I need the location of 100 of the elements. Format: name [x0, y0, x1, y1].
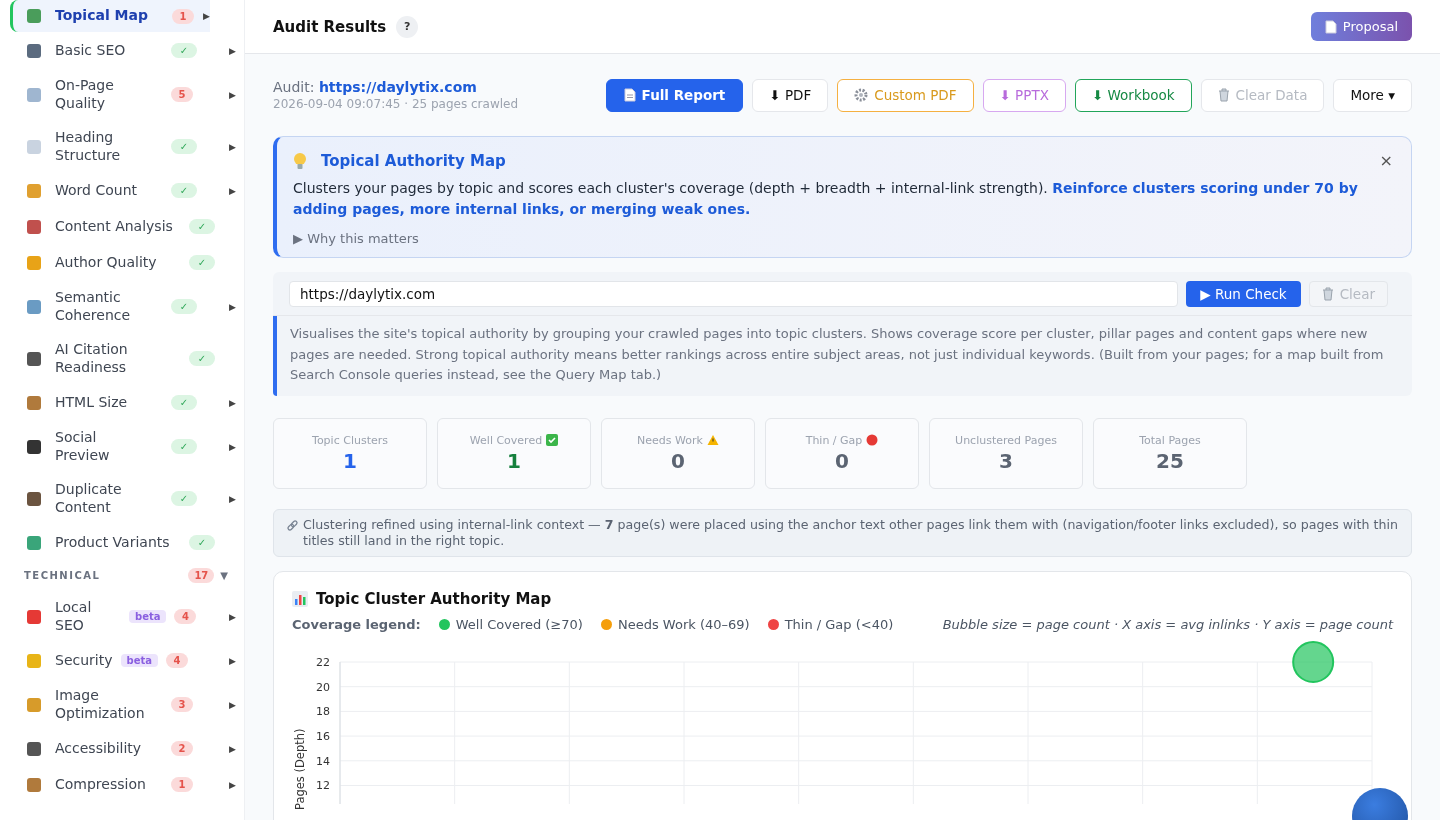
expand-arrow[interactable]: ▶ [229, 185, 236, 196]
section-title: TECHNICAL [24, 569, 101, 581]
url-input[interactable]: https://daylytix.com [289, 281, 1179, 307]
caret-icon[interactable]: ▼ [220, 569, 228, 581]
sidebar-item[interactable]: Heading Structure ✓ ▶ [10, 121, 236, 172]
y-tick-label: 18 [316, 704, 330, 718]
item-label: Local SEO [55, 599, 93, 634]
help-button[interactable]: ? [396, 15, 419, 38]
item-label: Accessibility [55, 739, 143, 758]
close-button[interactable]: × [1379, 151, 1393, 170]
count-badge: 2 [171, 741, 193, 756]
lightbulb-icon [293, 151, 307, 170]
audit-url: Audit: https://daylytix.com [273, 79, 478, 95]
toolbar-button[interactable]: More ▾ [1333, 78, 1412, 112]
stat-label: Unclustered Pages [955, 433, 1057, 447]
trash-icon [1217, 88, 1230, 102]
expand-arrow[interactable]: ▶ [229, 45, 236, 56]
item-label: Compression [55, 775, 147, 794]
sidebar-item[interactable]: Word Count ✓ ▶ [10, 173, 236, 208]
legend-item: Thin / Gap (<40) [784, 616, 894, 632]
check-badge: ✓ [189, 351, 215, 366]
y-tick-label: 22 [316, 655, 330, 669]
stat-value: 3 [999, 448, 1013, 473]
expand-arrow[interactable]: ▶ [229, 779, 236, 790]
warning-icon [706, 434, 719, 446]
legend-item: Needs Work (40–69) [617, 616, 750, 632]
beta-tag: beta [120, 654, 158, 667]
expand-arrow[interactable]: ▶ [229, 611, 236, 622]
item-label: Product Variants [55, 533, 171, 552]
tool-description: Visualises the site's topical authority by grouping your crawled pages into topic clusters. Shows coverage score per cluster, pillar pages and content gaps where new pages are needed. Strong topical authority means better rankings across entire subject areas, not just individual keywords. (Built from your pages; for a map built from Search Console queries instead, see the Query Map tab.) [273, 316, 1412, 396]
item-label: Social Preview [55, 429, 111, 464]
run-check-button[interactable]: ▶ Run Check [1186, 281, 1301, 307]
check-badge: ✓ [171, 183, 197, 198]
sidebar-item[interactable]: Product Variants ✓ [10, 525, 236, 560]
panel-title: Topical Authority Map [321, 151, 506, 170]
expand-arrow[interactable]: ▶ [229, 655, 236, 666]
expand-arrow[interactable]: ▶ [229, 493, 236, 504]
sidebar-item[interactable]: Social Preview ✓ ▶ [10, 421, 236, 472]
chart-hint: Bubble size = page count · X axis = avg inlinks · Y axis = page count [942, 616, 1393, 632]
expand-arrow[interactable]: ▶ [229, 743, 236, 754]
expand-arrow[interactable]: ▶ [229, 699, 236, 710]
expand-arrow[interactable]: ▶ [229, 301, 236, 312]
stat-value: 0 [835, 448, 849, 473]
sidebar-item[interactable]: Semantic Coherence ✓ ▶ [10, 281, 236, 332]
sidebar-item[interactable]: Topical Map 1 ▶ [10, 0, 210, 32]
count-badge: 1 [171, 777, 193, 792]
toolbar-button[interactable]: Full Report [605, 78, 744, 112]
legend-item: Well Covered (≥70) [455, 616, 583, 632]
expand-arrow[interactable]: ▶ [229, 441, 236, 452]
item-label: HTML Size [55, 393, 129, 412]
proposal-button[interactable]: Proposal [1310, 12, 1412, 41]
expand-arrow[interactable]: ▶ [229, 89, 236, 100]
item-label: AI Citation Readiness [55, 341, 129, 376]
sidebar-item[interactable]: On-Page Quality 5 ▶ [10, 69, 236, 120]
sidebar-item[interactable]: Duplicate Content ✓ ▶ [10, 473, 236, 524]
page-title: Audit Results [273, 17, 387, 36]
count-badge: 1 [171, 8, 194, 24]
check-mark-icon [546, 434, 559, 446]
sidebar-item[interactable]: Content Analysis ✓ [10, 209, 236, 244]
check-badge: ✓ [171, 491, 197, 506]
item-label: Topical Map [55, 7, 148, 25]
item-label: Image Optimization [55, 687, 146, 722]
sidebar-item[interactable]: Local SEO beta 4 ▶ [10, 591, 236, 642]
y-tick-label: 12 [316, 779, 330, 792]
expand-arrow[interactable]: ▶ [203, 11, 210, 21]
sidebar-item[interactable]: Image Optimization 3 ▶ [10, 679, 236, 730]
clustering-note: Clustering refined using internal-link context — 7 page(s) were placed using the anchor text other pages link them with (navigation/footer links excluded), so pages with thin titles still land in the right topic. [303, 516, 1399, 549]
y-tick-label: 14 [316, 754, 330, 768]
sidebar-item[interactable]: AI Citation Readiness ✓ [10, 333, 236, 384]
item-label: Security [55, 651, 113, 670]
sidebar-item[interactable]: Security beta 4 ▶ [10, 643, 236, 678]
check-badge: ✓ [171, 395, 197, 410]
stat-value: 1 [507, 448, 521, 473]
panel-description: Clusters your pages by topic and scores each cluster's coverage (depth + breadth + internal-link strength). Reinforce clusters scoring under 70 by adding pages, more internal links, or merging weak ones. [293, 179, 1359, 219]
check-badge: ✓ [171, 139, 197, 154]
stat-label: Well Covered [469, 433, 543, 447]
sidebar-item[interactable]: HTML Size ✓ ▶ [10, 385, 236, 420]
count-badge: 17 [188, 567, 215, 583]
toolbar-button[interactable]: ⬇ Workbook [1074, 78, 1192, 112]
item-label: Semantic Coherence [55, 289, 132, 324]
sidebar-item[interactable]: Author Quality ✓ [10, 245, 236, 280]
why-this-matters-toggle[interactable]: ▶ Why this matters [293, 231, 419, 246]
item-label: Content Analysis [55, 217, 174, 236]
expand-arrow[interactable]: ▶ [229, 397, 236, 408]
toolbar-button[interactable]: ⬇ PDF [752, 78, 829, 112]
check-badge: ✓ [189, 535, 215, 550]
count-badge: 5 [171, 87, 193, 102]
sidebar-item[interactable]: Accessibility 2 ▶ [10, 731, 236, 766]
sidebar-item[interactable]: Basic SEO ✓ ▶ [10, 33, 236, 68]
sidebar-item[interactable]: Compression 1 ▶ [10, 767, 236, 802]
stat-label: Topic Clusters [312, 433, 388, 447]
check-badge: ✓ [171, 43, 197, 58]
stat-label: Needs Work [637, 433, 703, 447]
gear-icon [854, 88, 869, 102]
count-badge: 4 [165, 653, 188, 668]
check-badge: ✓ [189, 255, 215, 270]
item-label: Word Count [55, 181, 138, 200]
expand-arrow[interactable]: ▶ [229, 141, 236, 152]
stat-label: Thin / Gap [805, 433, 863, 447]
y-tick-label: 16 [316, 729, 330, 743]
